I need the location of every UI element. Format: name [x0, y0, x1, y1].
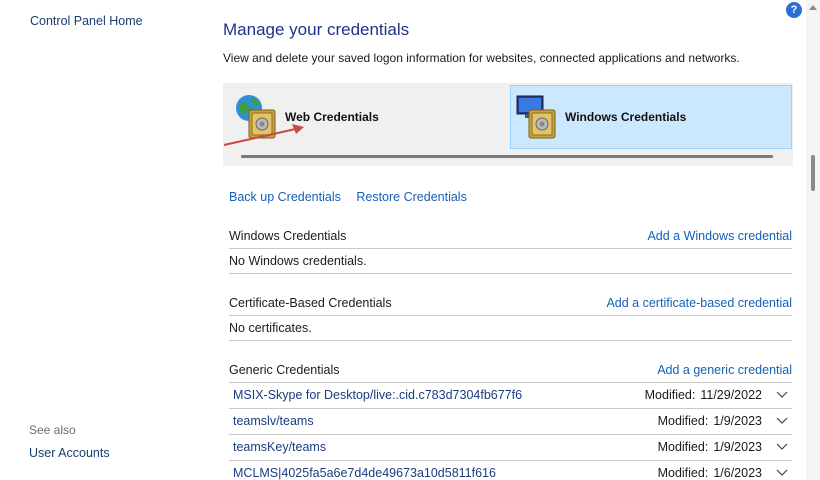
tab-web-credentials-label: Web Credentials	[285, 110, 379, 124]
credential-modified: Modified: 1/9/2023	[658, 440, 762, 454]
add-certificate-credential-link[interactable]: Add a certificate-based credential	[606, 296, 792, 310]
chevron-down-icon[interactable]	[776, 468, 788, 478]
modified-label: Modified:	[657, 414, 709, 428]
credential-row[interactable]: MSIX-Skype for Desktop/live:.cid.c783d73…	[229, 383, 792, 409]
page-description: View and delete your saved logon informa…	[223, 51, 740, 65]
credential-modified: Modified: 11/29/2022	[645, 388, 762, 402]
backup-restore-links: Back up Credentials Restore Credentials	[229, 190, 467, 204]
globe-vault-icon	[233, 92, 281, 142]
credential-name: MCLMS|4025fa5a6e7d4de49673a10d5811f616	[233, 466, 496, 480]
modified-label: Modified:	[657, 466, 709, 480]
page-title: Manage your credentials	[223, 20, 410, 39]
section-title: Windows Credentials	[229, 229, 347, 243]
section-title: Generic Credentials	[229, 363, 340, 377]
empty-message: No Windows credentials.	[229, 249, 792, 274]
main-content: Manage your credentials View and delete …	[208, 0, 806, 480]
chevron-down-icon[interactable]	[776, 416, 788, 426]
modified-date: 1/6/2023	[713, 466, 762, 480]
add-generic-credential-link[interactable]: Add a generic credential	[657, 363, 792, 377]
credential-row[interactable]: MCLMS|4025fa5a6e7d4de49673a10d5811f616 M…	[229, 461, 792, 480]
backup-credentials-link[interactable]: Back up Credentials	[229, 190, 341, 204]
tab-windows-credentials-label: Windows Credentials	[565, 110, 687, 124]
section-header: Generic Credentials Add a generic creden…	[229, 361, 792, 383]
section-header: Certificate-Based Credentials Add a cert…	[229, 294, 792, 316]
help-button[interactable]: ?	[786, 2, 802, 18]
restore-credentials-link[interactable]: Restore Credentials	[356, 190, 466, 204]
windows-credentials-section: Windows Credentials Add a Windows creden…	[229, 227, 792, 274]
modified-date: 11/29/2022	[700, 388, 762, 402]
credential-row[interactable]: teamslv/teams Modified: 1/9/2023	[229, 409, 792, 435]
credential-name: teamslv/teams	[233, 414, 314, 428]
credential-row[interactable]: teamsKey/teams Modified: 1/9/2023	[229, 435, 792, 461]
scroll-up-arrow-icon[interactable]	[809, 4, 817, 10]
modified-date: 1/9/2023	[713, 440, 762, 454]
see-also-label: See also	[29, 423, 76, 437]
modified-date: 1/9/2023	[713, 414, 762, 428]
scrollbar-thumb[interactable]	[811, 155, 815, 191]
section-header: Windows Credentials Add a Windows creden…	[229, 227, 792, 249]
left-pane: Control Panel Home See also User Account…	[0, 0, 208, 480]
computer-vault-icon	[513, 92, 561, 142]
credential-modified: Modified: 1/9/2023	[658, 414, 762, 428]
user-accounts-link[interactable]: User Accounts	[29, 446, 110, 460]
tab-windows-credentials[interactable]: Windows Credentials	[510, 85, 792, 149]
tabs-divider	[241, 155, 773, 158]
tab-web-credentials[interactable]: Web Credentials	[231, 85, 501, 149]
generic-credentials-section: Generic Credentials Add a generic creden…	[229, 361, 792, 480]
chevron-down-icon[interactable]	[776, 390, 788, 400]
add-windows-credential-link[interactable]: Add a Windows credential	[647, 229, 792, 243]
chevron-down-icon[interactable]	[776, 442, 788, 452]
control-panel-home-link[interactable]: Control Panel Home	[30, 14, 143, 28]
empty-message: No certificates.	[229, 316, 792, 341]
modified-label: Modified:	[657, 440, 709, 454]
section-title: Certificate-Based Credentials	[229, 296, 392, 310]
credential-name: MSIX-Skype for Desktop/live:.cid.c783d73…	[233, 388, 523, 402]
vertical-scrollbar[interactable]	[806, 0, 820, 480]
credential-type-tabs: Web Credentials Windows Credentials	[223, 83, 793, 166]
certificate-credentials-section: Certificate-Based Credentials Add a cert…	[229, 294, 792, 341]
credential-name: teamsKey/teams	[233, 440, 327, 454]
credential-modified: Modified: 1/6/2023	[658, 466, 762, 480]
modified-label: Modified:	[644, 388, 696, 402]
